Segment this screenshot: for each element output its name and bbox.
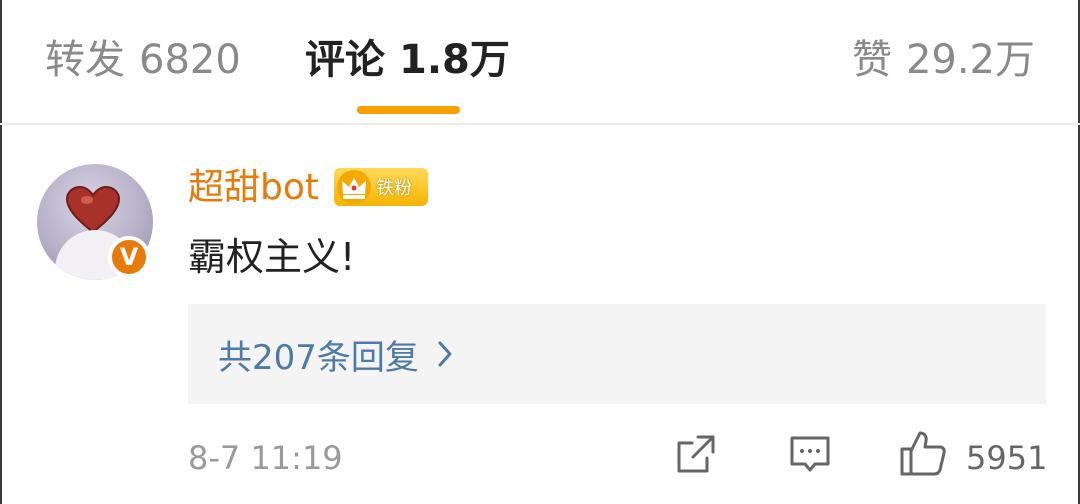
verified-badge: V <box>108 236 150 278</box>
tab-reposts-label: 转发 <box>45 37 125 83</box>
heart-mask-graphic <box>65 186 121 234</box>
replies-count-label: 共207条回复 <box>218 337 419 378</box>
tab-comments[interactable]: 评论 1.8万 <box>305 34 510 86</box>
tab-bar: 转发 6820 评论 1.8万 赞 29.2万 <box>0 0 1080 124</box>
fan-badge-label: 铁粉 <box>376 178 412 199</box>
username[interactable]: 超甜bot <box>188 166 319 210</box>
comment-item: V 超甜bot 铁粉 霸权主义! 共207条回复 8-7 11:19 5951 <box>0 126 1080 504</box>
tab-likes-label: 赞 <box>851 37 892 83</box>
comment-text: 霸权主义! <box>188 235 356 279</box>
active-tab-indicator <box>357 106 460 114</box>
tab-likes[interactable]: 赞 29.2万 <box>852 34 1035 86</box>
comment-icon[interactable] <box>788 432 832 476</box>
tab-likes-count: 29.2万 <box>905 37 1035 83</box>
tab-divider <box>0 123 1080 125</box>
tab-comments-count: 1.8万 <box>399 37 510 83</box>
chevron-right-icon <box>438 341 452 367</box>
tab-reposts-count: 6820 <box>139 37 241 83</box>
like-count[interactable]: 5951 <box>966 438 1047 478</box>
thumbs-up-icon[interactable] <box>898 428 948 478</box>
tab-reposts[interactable]: 转发 6820 <box>45 34 241 86</box>
view-replies-button[interactable]: 共207条回复 <box>188 304 1046 404</box>
share-icon[interactable] <box>674 432 718 476</box>
fan-badge: 铁粉 <box>334 168 428 206</box>
crown-icon <box>337 170 371 204</box>
comment-timestamp: 8-7 11:19 <box>188 439 343 477</box>
tab-comments-label: 评论 <box>305 37 385 83</box>
